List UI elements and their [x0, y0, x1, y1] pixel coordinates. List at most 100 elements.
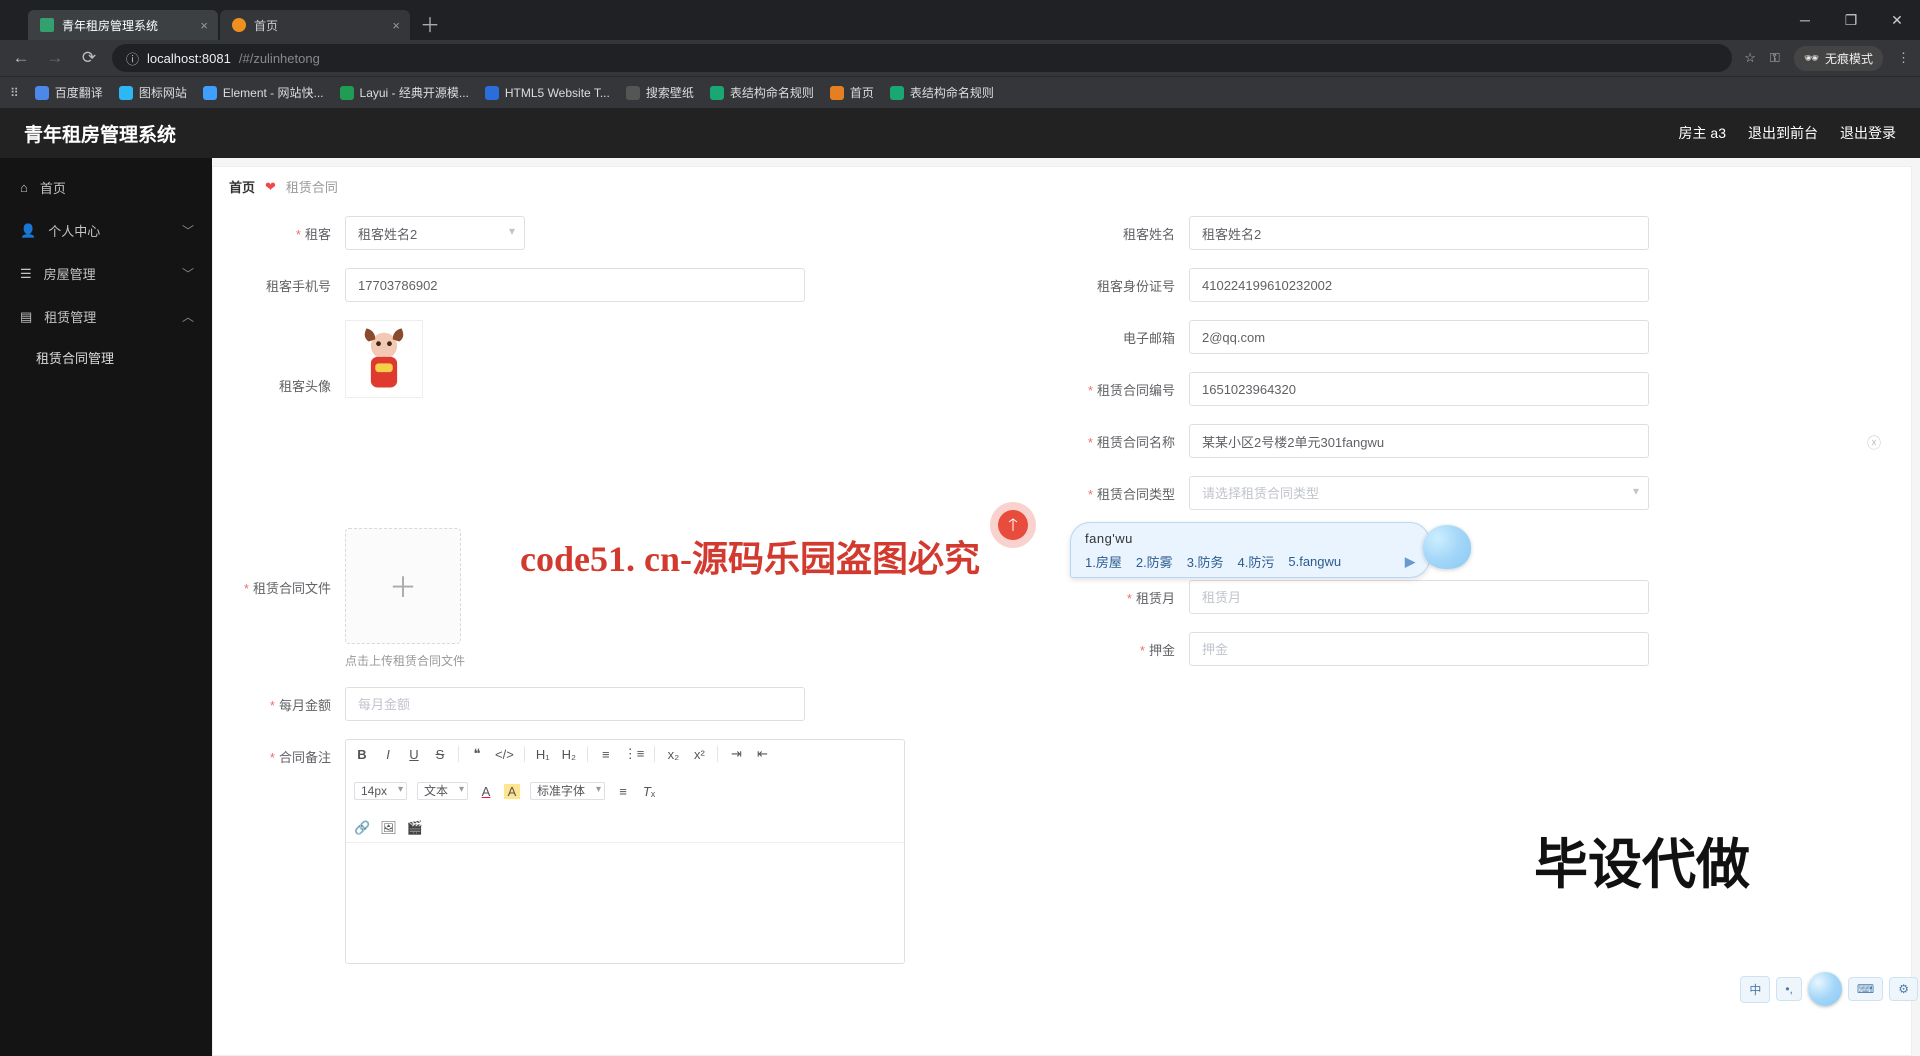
label-contract-name: 租赁合同名称 [1077, 424, 1189, 458]
italic-icon[interactable]: I [380, 747, 396, 762]
close-tab-icon[interactable]: × [200, 18, 208, 33]
bg-color-icon[interactable]: A [504, 784, 520, 799]
contract-type-input[interactable] [1189, 476, 1649, 510]
logout-link[interactable]: 退出登录 [1840, 123, 1896, 143]
browser-tab-active[interactable]: 青年租房管理系统 × [28, 10, 218, 40]
ime-next-icon[interactable]: ▶ [1405, 554, 1415, 570]
breadcrumb-home[interactable]: 首页 [229, 177, 255, 196]
outdent-icon[interactable]: ⇤ [754, 746, 770, 762]
ime-keyboard-chip[interactable]: ⌨ [1848, 977, 1883, 1001]
sidebar-item-profile[interactable]: 👤 个人中心 ﹀ [0, 209, 212, 252]
bold-icon[interactable]: B [354, 747, 370, 762]
window-close-button[interactable]: ✕ [1874, 0, 1920, 40]
tenant-idcard-input[interactable] [1189, 268, 1649, 302]
video-icon[interactable]: 🎬 [407, 820, 423, 836]
sub-icon[interactable]: x₂ [665, 747, 681, 762]
tenant-phone-input[interactable] [345, 268, 805, 302]
tab-title: 首页 [254, 17, 278, 34]
fontstyle-select[interactable]: 文本 [417, 782, 468, 800]
contract-no-input[interactable] [1189, 372, 1649, 406]
email-input[interactable] [1189, 320, 1649, 354]
h2-icon[interactable]: H₂ [561, 747, 577, 762]
tenant-select-input[interactable] [345, 216, 525, 250]
key-icon[interactable]: ⚿ [1770, 50, 1780, 66]
sidebar-item-lease[interactable]: ▤ 租赁管理 ︿ [0, 295, 212, 338]
list-icon: ☰ [20, 266, 32, 282]
ime-candidate[interactable]: 3.防务 [1187, 552, 1224, 571]
quote-icon[interactable]: ❝ [469, 746, 485, 762]
file-uploader[interactable]: ＋ [345, 528, 461, 644]
bookmark-item[interactable]: Layui - 经典开源模... [340, 84, 469, 101]
ime-status-bar[interactable]: 中 •, ⌨ ⚙ [1740, 972, 1918, 1006]
bookmark-item[interactable]: 图标网站 [119, 84, 187, 101]
ime-mode-chip[interactable]: 中 [1740, 976, 1770, 1003]
bookmark-item[interactable]: HTML5 Website T... [485, 86, 610, 100]
bookmark-item[interactable]: 百度翻译 [35, 84, 103, 101]
tab-title: 青年租房管理系统 [62, 17, 158, 34]
box-icon: ▤ [20, 309, 32, 325]
ime-candidates: 1.房屋 2.防雾 3.防务 4.防污 5.fangwu ▶ [1085, 552, 1415, 571]
sidebar-subitem-lease-contract[interactable]: 租赁合同管理 [0, 338, 212, 377]
lease-month-input[interactable] [1189, 580, 1649, 614]
tenant-select[interactable] [345, 216, 525, 250]
bookmark-item[interactable]: 搜索壁纸 [626, 84, 694, 101]
menu-kebab-icon[interactable]: ⋮ [1897, 50, 1910, 66]
contract-type-select[interactable] [1189, 476, 1649, 510]
nav-forward-icon[interactable]: → [44, 48, 66, 68]
close-tab-icon[interactable]: × [392, 18, 400, 33]
bookmark-item[interactable]: 表结构命名规则 [890, 84, 994, 101]
sidebar-item-house[interactable]: ☰ 房屋管理 ﹀ [0, 252, 212, 295]
sidebar-item-home[interactable]: ⌂ 首页 [0, 166, 212, 209]
rich-text-editor[interactable]: B I U S ❝ </> H₁ H₂ ≡ [345, 739, 905, 964]
new-tab-button[interactable]: ＋ [420, 9, 440, 38]
image-icon[interactable]: 🖼 [380, 820, 397, 836]
ime-candidate[interactable]: 1.房屋 [1085, 552, 1122, 571]
indent-icon[interactable]: ⇥ [728, 746, 744, 762]
sup-icon[interactable]: x² [691, 747, 707, 762]
content-area: 首页 ❤ 租赁合同 租客 租客姓名 [212, 166, 1912, 1056]
align-icon[interactable]: ≡ [615, 784, 631, 799]
monthly-input[interactable] [345, 687, 805, 721]
browser-tab[interactable]: 首页 × [220, 10, 410, 40]
star-icon[interactable]: ☆ [1744, 50, 1756, 66]
clear-format-icon[interactable]: Tₓ [641, 784, 657, 799]
ime-candidate[interactable]: 4.防污 [1238, 552, 1275, 571]
ime-punct-chip[interactable]: •, [1776, 977, 1802, 1001]
label-remark: 合同备注 [233, 739, 345, 766]
contract-name-input[interactable] [1189, 424, 1649, 458]
lease-contract-form: 租客 租客姓名 租客手机号 [213, 206, 1911, 1022]
ime-settings-chip[interactable]: ⚙ [1889, 977, 1918, 1001]
ime-candidate[interactable]: 2.防雾 [1136, 552, 1173, 571]
clear-icon[interactable]: ⓧ [1867, 433, 1881, 453]
nav-reload-icon[interactable]: ⟳ [78, 48, 100, 68]
code-icon[interactable]: </> [495, 747, 514, 762]
ime-orb-icon[interactable] [1808, 972, 1842, 1006]
strike-icon[interactable]: S [432, 747, 448, 762]
window-minimize-button[interactable]: ─ [1782, 0, 1828, 40]
chevron-up-icon: ︿ [182, 308, 194, 325]
link-icon[interactable]: 🔗 [354, 820, 370, 836]
underline-icon[interactable]: U [406, 747, 422, 762]
bookmark-item[interactable]: Element - 网站快... [203, 84, 324, 101]
ime-candidate[interactable]: 5.fangwu [1288, 554, 1341, 569]
apps-icon[interactable]: ⠿ [10, 86, 19, 100]
tenant-name-input[interactable] [1189, 216, 1649, 250]
insecure-icon: ⓘ [126, 49, 139, 68]
font-color-icon[interactable]: A [478, 784, 494, 799]
bookmark-item[interactable]: 表结构命名规则 [710, 84, 814, 101]
bookmark-item[interactable]: 首页 [830, 84, 874, 101]
fontfamily-select[interactable]: 标准字体 [530, 782, 605, 800]
h1-icon[interactable]: H₁ [535, 747, 551, 762]
fontsize-select[interactable]: 14px [354, 782, 407, 800]
window-maximize-button[interactable]: ❐ [1828, 0, 1874, 40]
editor-body[interactable] [346, 843, 904, 963]
ul-icon[interactable]: ⋮≡ [624, 746, 645, 762]
incognito-badge: 🕶 无痕模式 [1794, 46, 1883, 71]
nav-back-icon[interactable]: ← [10, 48, 32, 68]
current-user[interactable]: 房主 a3 [1679, 123, 1726, 143]
ime-candidate-box[interactable]: fang'wu 1.房屋 2.防雾 3.防务 4.防污 5.fangwu ▶ [1070, 522, 1430, 578]
url-input[interactable]: ⓘ localhost:8081 /#/zulinhetong [112, 44, 1732, 72]
deposit-input[interactable] [1189, 632, 1649, 666]
to-front-link[interactable]: 退出到前台 [1748, 123, 1818, 143]
ol-icon[interactable]: ≡ [598, 747, 614, 762]
